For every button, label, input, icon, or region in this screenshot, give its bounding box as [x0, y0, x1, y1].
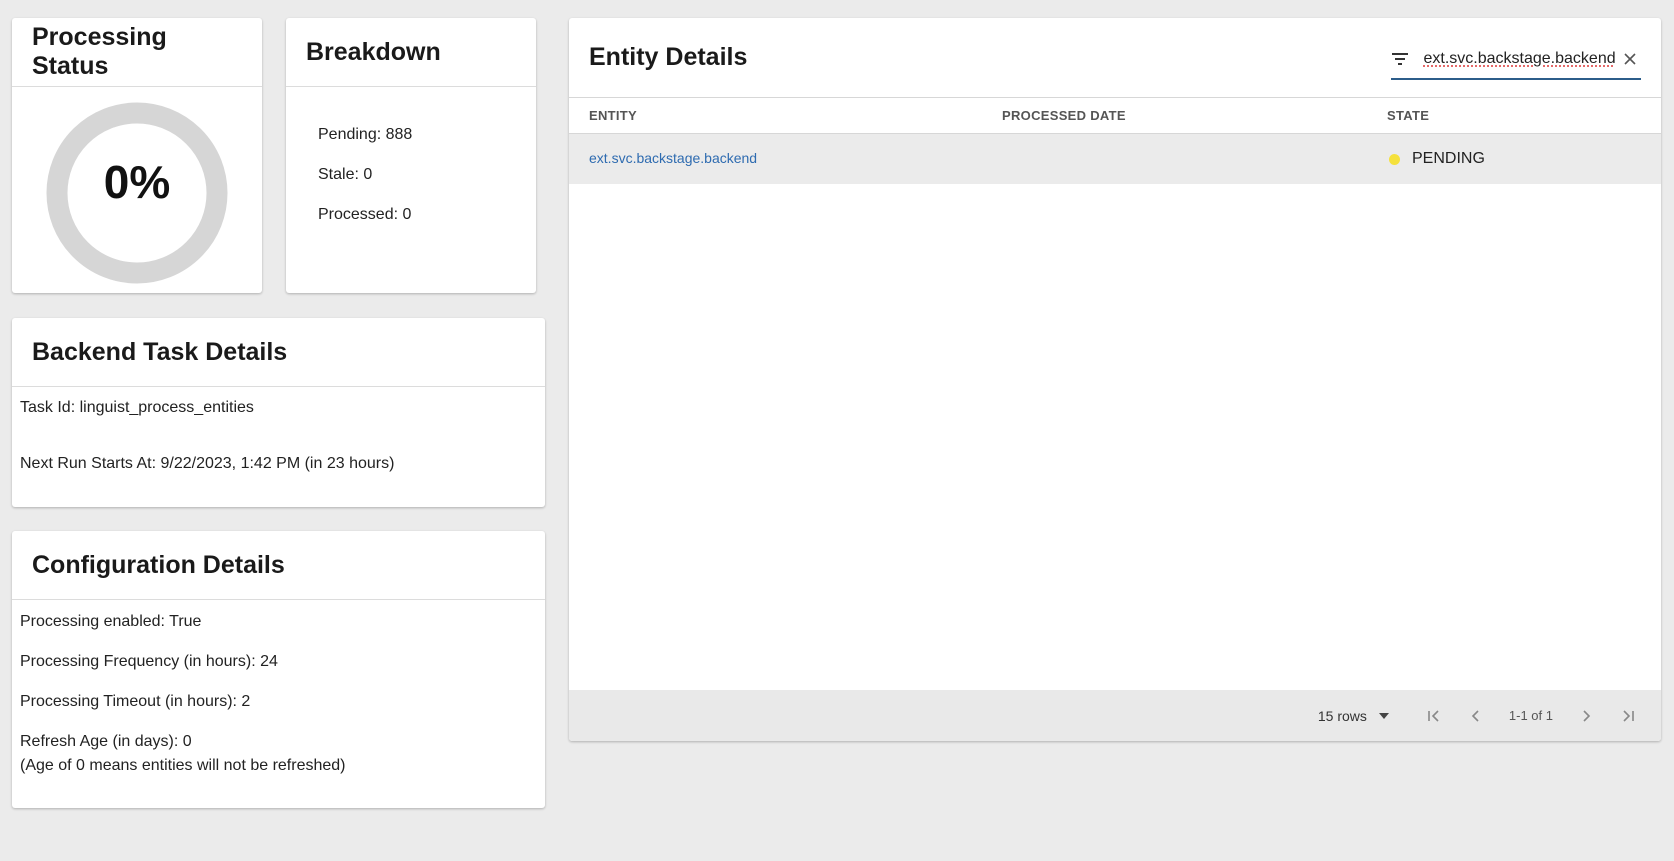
entity-filter-input[interactable]	[1408, 49, 1620, 68]
config-timeout: Processing Timeout (in hours): 2	[20, 693, 251, 710]
breakdown-list: Pending: 888 Stale: 0 Processed: 0	[286, 87, 536, 235]
entity-details-title: Entity Details	[589, 43, 748, 71]
clear-filter-button[interactable]	[1620, 42, 1641, 76]
progress-percent: 0%	[103, 156, 171, 208]
state-label: PENDING	[1412, 150, 1485, 167]
rows-per-page-value: 15 rows	[1317, 707, 1367, 724]
chevron-down-icon	[1378, 712, 1389, 719]
config-refresh-note: (Age of 0 means entities will not be ref…	[20, 757, 346, 774]
processing-status-card: Processing Status 0%	[12, 18, 262, 293]
config-enabled: Processing enabled: True	[20, 613, 202, 630]
entity-link[interactable]: ext.svc.backstage.backend	[589, 150, 757, 166]
next-page-button[interactable]	[1565, 698, 1607, 734]
page-info: 1-1 of 1	[1508, 708, 1553, 723]
first-page-icon	[1428, 709, 1439, 722]
backend-task-header: Backend Task Details	[12, 318, 545, 387]
column-entity[interactable]: ENTITY	[569, 108, 1002, 123]
entity-cell: ext.svc.backstage.backend	[569, 150, 1002, 168]
backend-task-body: Task Id: linguist_process_entities Next …	[12, 387, 545, 474]
config-refresh-age: Refresh Age (in days): 0	[20, 733, 192, 750]
chevron-right-icon	[1583, 709, 1591, 722]
chevron-left-icon	[1471, 709, 1479, 722]
processing-status-title: Processing Status	[32, 23, 167, 80]
rows-per-page-select[interactable]: 15 rows	[1318, 708, 1389, 724]
entity-table-header: ENTITY PROCESSED DATE STATE	[569, 98, 1661, 134]
backend-task-title: Backend Task Details	[32, 337, 288, 366]
previous-page-button[interactable]	[1455, 698, 1497, 734]
table-row: ext.svc.backstage.backend PENDING	[569, 134, 1661, 184]
breakdown-title: Breakdown	[306, 37, 441, 66]
breakdown-card: Breakdown Pending: 888 Stale: 0 Processe…	[286, 18, 536, 293]
last-page-button[interactable]	[1607, 698, 1649, 734]
next-run: Next Run Starts At: 9/22/2023, 1:42 PM (…	[20, 455, 395, 472]
first-page-button[interactable]	[1413, 698, 1455, 734]
breakdown-header: Breakdown	[286, 18, 536, 87]
processing-status-header: Processing Status	[12, 18, 262, 87]
entity-details-header: Entity Details	[569, 18, 1661, 98]
configuration-header: Configuration Details	[12, 531, 545, 600]
configuration-body: Processing enabled: True Processing Freq…	[12, 600, 545, 778]
entity-filter	[1391, 40, 1641, 80]
config-frequency: Processing Frequency (in hours): 24	[20, 653, 278, 670]
breakdown-pending: Pending: 888	[318, 126, 413, 143]
configuration-card: Configuration Details Processing enabled…	[12, 531, 545, 808]
configuration-title: Configuration Details	[32, 550, 285, 579]
breakdown-stale: Stale: 0	[318, 166, 373, 183]
breakdown-processed: Processed: 0	[318, 206, 412, 223]
state-cell: PENDING	[1387, 150, 1661, 168]
column-processed-date[interactable]: PROCESSED DATE	[1002, 108, 1387, 123]
last-page-icon	[1623, 709, 1634, 722]
table-pagination: 15 rows 1-1 of 1	[569, 690, 1661, 741]
backend-task-card: Backend Task Details Task Id: linguist_p…	[12, 318, 545, 507]
status-dot-icon	[1389, 153, 1400, 165]
column-state[interactable]: STATE	[1387, 108, 1661, 123]
entity-details-card: Entity Details ENTITY PROCESSED DATE STA…	[569, 18, 1661, 741]
close-icon	[1624, 52, 1636, 65]
filter-icon	[1391, 52, 1409, 65]
task-id: Task Id: linguist_process_entities	[20, 399, 254, 416]
progress-donut: 0%	[12, 87, 262, 292]
